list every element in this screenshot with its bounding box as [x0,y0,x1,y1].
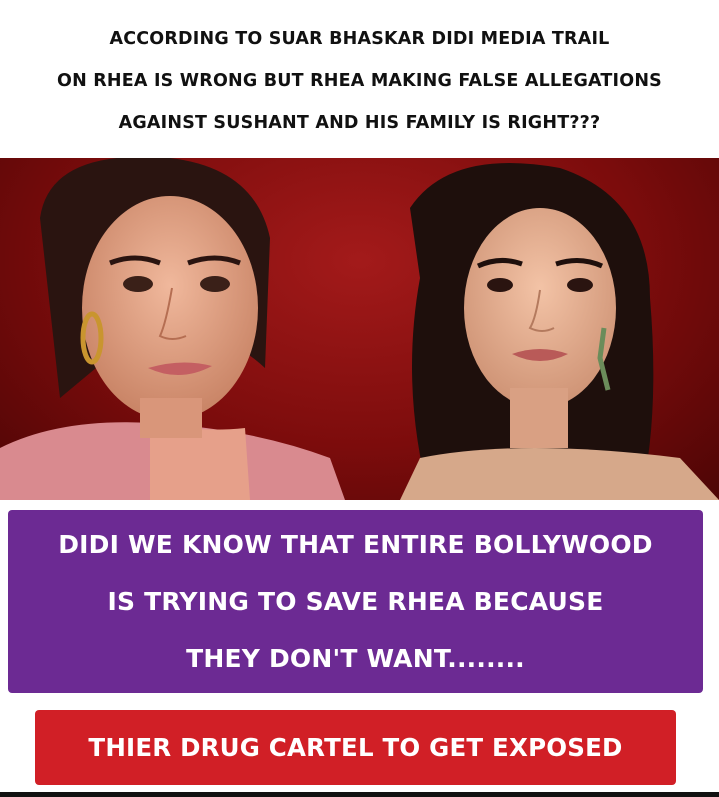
headline-line-3: AGAINST SUSHANT AND HIS FAMILY IS RIGHT?… [118,113,601,133]
headline-line-2: ON RHEA IS WRONG BUT RHEA MAKING FALSE A… [57,71,662,91]
headline-line-1: ACCORDING TO SUAR BHASKAR DIDI MEDIA TRA… [109,29,610,49]
red-caption-text: THIER DRUG CARTEL TO GET EXPOSED [88,733,623,762]
purple-caption-line-3: THEY DON'T WANT........ [186,644,525,673]
photo-of-two-women [0,158,719,500]
right-woman-figure [400,163,719,500]
red-caption-box: THIER DRUG CARTEL TO GET EXPOSED [35,710,676,785]
purple-caption-line-2: IS TRYING TO SAVE RHEA BECAUSE [107,587,604,616]
left-woman-figure [0,158,345,500]
bottom-border [0,792,719,797]
headline-block: ACCORDING TO SUAR BHASKAR DIDI MEDIA TRA… [0,0,719,158]
purple-caption-line-1: DIDI WE KNOW THAT ENTIRE BOLLYWOOD [58,530,653,559]
purple-caption-box: DIDI WE KNOW THAT ENTIRE BOLLYWOOD IS TR… [8,510,703,693]
photo-illustration [0,158,719,500]
